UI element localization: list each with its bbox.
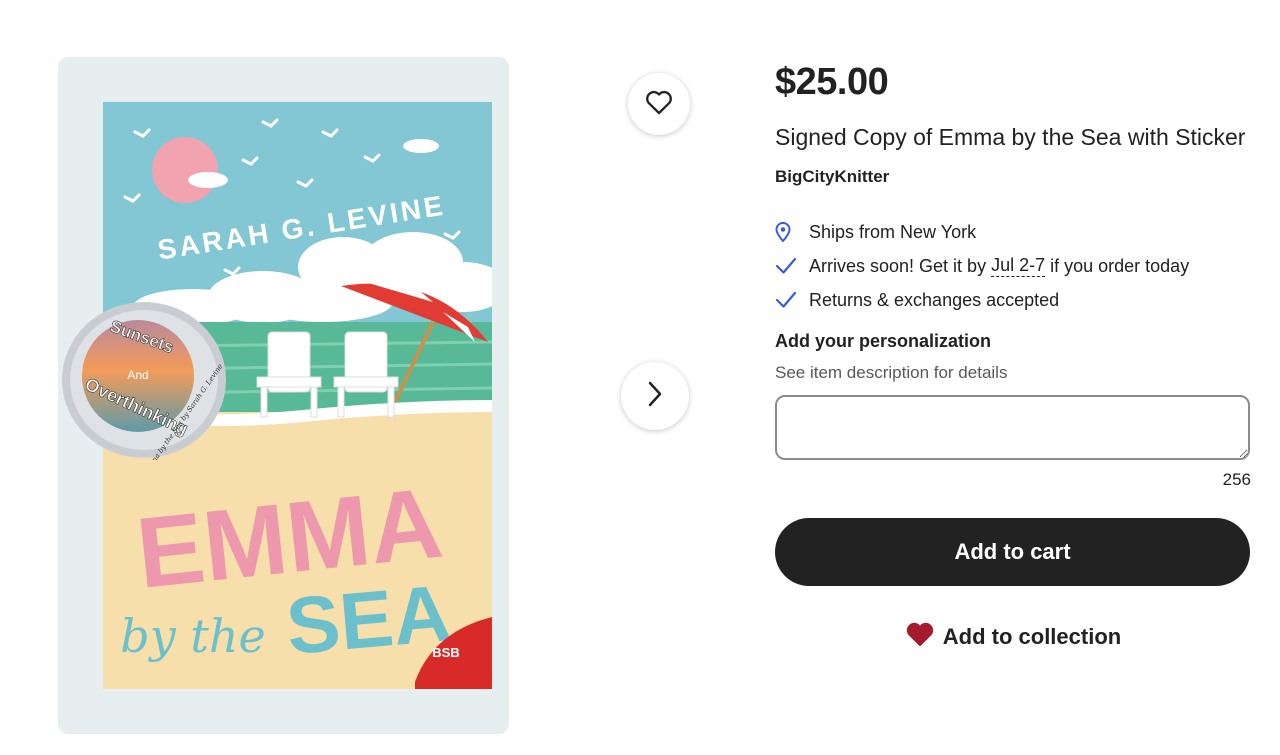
location-pin-icon [775, 220, 809, 244]
ships-from-text: Ships from New York [809, 221, 977, 242]
heart-outline-icon [645, 89, 673, 120]
personalization-subtext: See item description for details [775, 363, 1008, 382]
add-to-cart-button[interactable]: Add to cart [775, 518, 1250, 586]
arrival-date-link[interactable]: Jul 2-7 [991, 255, 1046, 277]
arrives-suffix: if you order today [1045, 255, 1190, 276]
publisher-mark: BSB [432, 645, 459, 660]
sticker-mid-text: And [127, 368, 148, 382]
feature-ships-from: Ships from New York [775, 215, 1251, 249]
chevron-right-icon [646, 380, 664, 413]
price: $25.00 [775, 61, 889, 103]
character-count: 256 [1222, 470, 1251, 489]
cover-title-sea: SEA [283, 568, 455, 671]
add-to-collection-label: Add to collection [942, 624, 1122, 649]
feature-returns: Returns & exchanges accepted [775, 283, 1251, 317]
personalization-input[interactable] [775, 395, 1250, 460]
listing-image-panel: SARAH G. LEVINE EMMA by the SEA BSB Suns… [58, 57, 509, 734]
next-image-button[interactable] [621, 362, 689, 430]
feature-list: Ships from New York Arrives soon! Get it… [775, 215, 1251, 317]
personalization-heading: Add your personalization [775, 331, 992, 351]
sticker-image: Sunsets And Overthinking Emma by the Sea… [62, 302, 226, 460]
favorite-button[interactable] [628, 73, 690, 135]
add-to-collection-button[interactable]: Add to collection [775, 620, 1251, 654]
shop-name-link[interactable]: BigCityKnitter [775, 167, 1251, 187]
check-icon [775, 288, 809, 312]
check-icon [775, 254, 809, 278]
returns-text: Returns & exchanges accepted [809, 289, 1060, 310]
feature-arrives: Arrives soon! Get it by Jul 2-7 if you o… [775, 249, 1251, 283]
listing-title: Signed Copy of Emma by the Sea with Stic… [775, 124, 1246, 150]
listing-info: $25.00 Signed Copy of Emma by the Sea wi… [775, 60, 1251, 654]
heart-filled-icon [905, 620, 935, 654]
cover-title-by: by the [120, 609, 265, 663]
arrives-prefix: Arrives soon! Get it by [809, 255, 992, 276]
